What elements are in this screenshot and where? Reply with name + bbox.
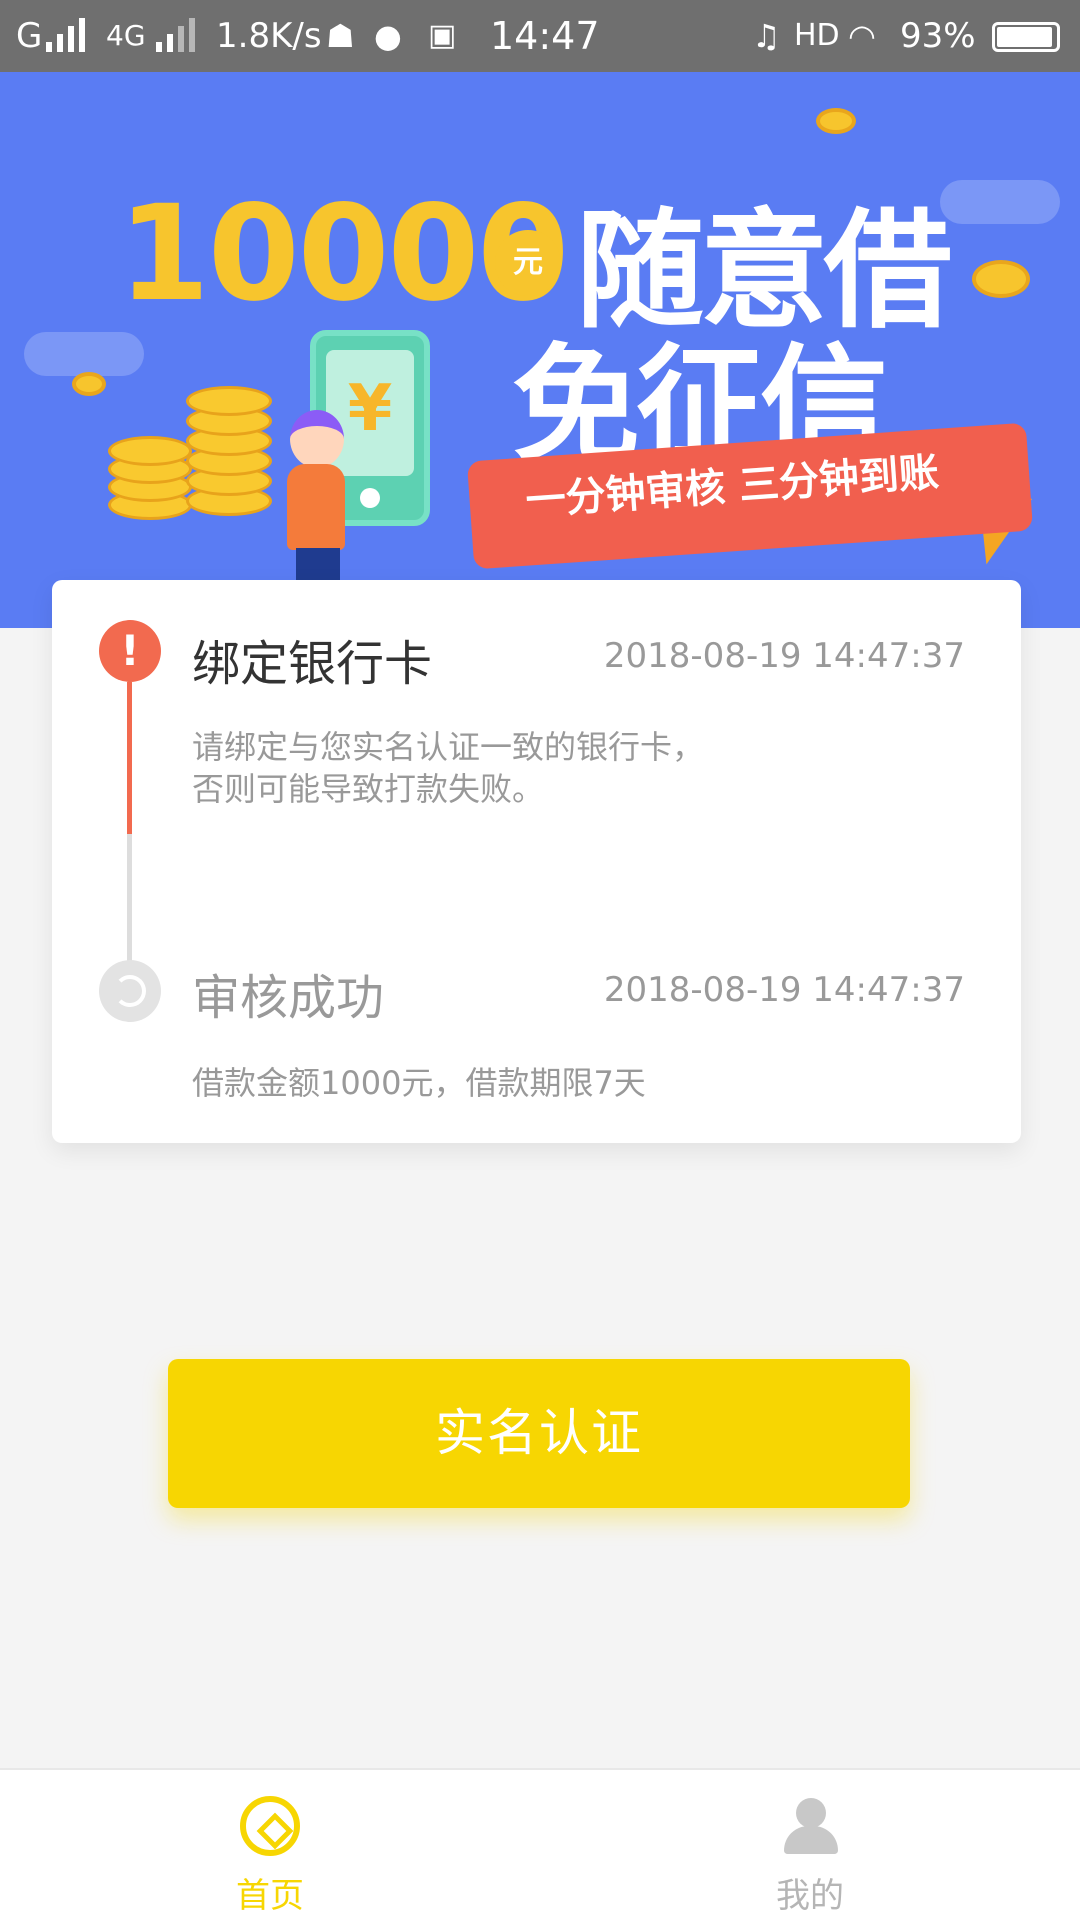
refresh-icon (99, 960, 161, 1022)
step-title-review: 审核成功 (192, 970, 385, 1026)
progress-card: ! 绑定银行卡 2018-08-19 14:47:37 请绑定与您实名认证一致的… (52, 580, 1021, 1143)
bottom-nav: 首页 我的 (0, 1768, 1080, 1920)
nav-label: 我的 (776, 1876, 844, 1916)
hd-label: HD (794, 18, 840, 53)
promo-banner[interactable]: 10000 元 随意借 免征信 一分钟审核 三分钟到账 ¥ (0, 72, 1080, 628)
mute-icon: ♫ (752, 17, 781, 55)
chat-icon: ● (374, 17, 402, 55)
coin-stack-icon (108, 432, 192, 522)
real-name-verify-button[interactable]: 实名认证 (168, 1359, 910, 1508)
timeline-line (127, 682, 132, 834)
clock: 14:47 (490, 14, 600, 58)
android-icon: ☗ (326, 17, 355, 55)
step-description: 借款金额1000元，借款期限7天 (192, 1064, 646, 1102)
battery-percent: 93% (900, 16, 976, 56)
person-illustration (287, 464, 345, 550)
s-icon: ▣ (428, 18, 457, 53)
step-title-bind-card[interactable]: 绑定银行卡 (192, 624, 432, 694)
nav-item-me[interactable]: 我的 (540, 1770, 1080, 1920)
network-speed: 1.8K/s (216, 16, 322, 56)
home-icon (240, 1796, 300, 1856)
cloud-decoration (24, 332, 144, 376)
battery-icon (992, 22, 1060, 52)
yen-icon: ¥ (326, 350, 414, 476)
coin-stack-icon (186, 386, 272, 520)
coin-decoration (972, 260, 1030, 298)
carrier-label: G (16, 16, 43, 56)
cloud-decoration (940, 180, 1060, 224)
step-description: 请绑定与您实名认证一致的银行卡，否则可能导致打款失败。 (192, 728, 705, 808)
network-type: 4G (106, 19, 146, 52)
nav-item-home[interactable]: 首页 (0, 1770, 540, 1920)
person-illustration (290, 410, 344, 468)
status-bar: G 4G 1.8K/s ☗ ● ▣ 14:47 ♫ HD ◠ 93% (0, 0, 1080, 72)
step-time: 2018-08-19 14:47:37 (603, 636, 965, 676)
yuan-badge: 元 (495, 230, 561, 296)
phone-home-button (360, 488, 380, 508)
wifi-icon: ◠ (848, 17, 876, 55)
nav-label: 首页 (236, 1876, 304, 1916)
step-time: 2018-08-19 14:47:37 (603, 970, 965, 1010)
signal-icon (46, 18, 92, 52)
alert-icon: ! (99, 620, 161, 682)
signal-icon (156, 18, 202, 52)
coin-decoration (72, 372, 106, 396)
user-icon (780, 1796, 840, 1856)
coin-decoration (816, 108, 856, 134)
